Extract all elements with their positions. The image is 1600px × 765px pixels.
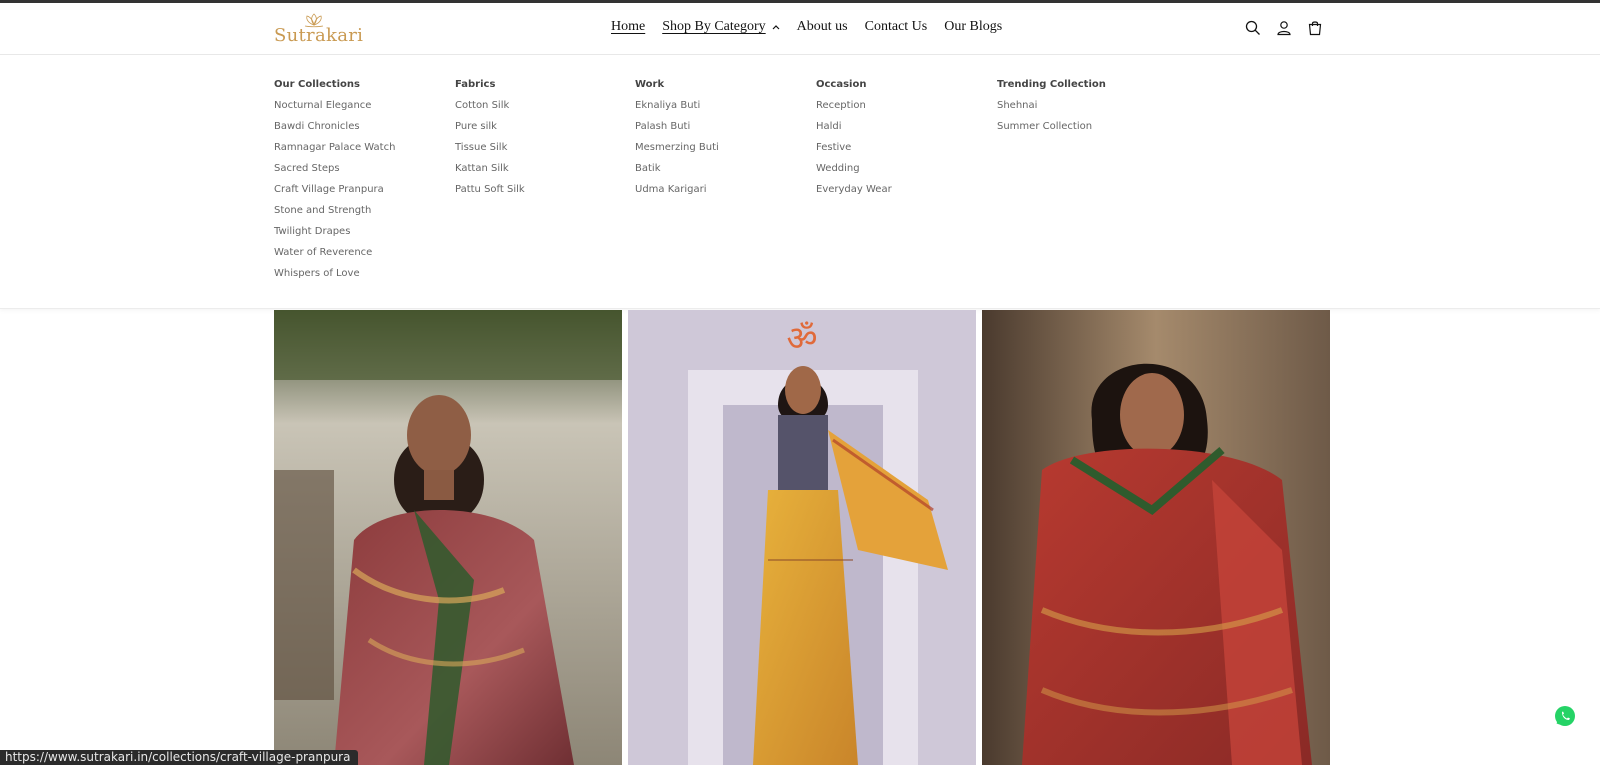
mega-menu: Our Collections Nocturnal Elegance Bawdi… <box>0 55 1600 309</box>
menu-column-heading: Occasion <box>816 79 867 90</box>
menu-item[interactable]: Tissue Silk <box>455 142 525 163</box>
menu-item[interactable]: Bawdi Chronicles <box>274 121 395 142</box>
whatsapp-chat-button[interactable] <box>1554 705 1576 727</box>
product-image-2[interactable]: ॐ <box>628 310 976 765</box>
cart-icon[interactable] <box>1306 19 1324 37</box>
status-url: https://www.sutrakari.in/collections/cra… <box>5 750 351 764</box>
menu-column-work: Work Eknaliya Buti Palash Buti Mesmerzin… <box>635 79 719 205</box>
saree-photo-illustration <box>982 310 1330 765</box>
menu-item[interactable]: Wedding <box>816 163 892 184</box>
menu-item[interactable]: Reception <box>816 100 892 121</box>
menu-item[interactable]: Shehnai <box>997 100 1106 121</box>
product-image-1[interactable] <box>274 310 622 765</box>
menu-column-trending-collection: Trending Collection Shehnai Summer Colle… <box>997 79 1106 142</box>
menu-item[interactable]: Eknaliya Buti <box>635 100 719 121</box>
menu-item[interactable]: Pure silk <box>455 121 525 142</box>
brand-name: Sutrakari <box>274 25 364 46</box>
menu-column-heading: Work <box>635 79 665 90</box>
menu-column-fabrics: Fabrics Cotton Silk Pure silk Tissue Sil… <box>455 79 525 205</box>
menu-column-our-collections: Our Collections Nocturnal Elegance Bawdi… <box>274 79 395 289</box>
menu-item[interactable]: Cotton Silk <box>455 100 525 121</box>
saree-photo-illustration: ॐ <box>628 310 976 765</box>
menu-item[interactable]: Water of Reverence <box>274 247 395 268</box>
search-icon[interactable] <box>1244 19 1262 37</box>
menu-item[interactable]: Batik <box>635 163 719 184</box>
om-symbol-icon: ॐ <box>786 319 817 359</box>
nav-shop-by-category[interactable]: Shop By Category <box>662 19 780 35</box>
nav-about[interactable]: About us <box>797 19 848 35</box>
menu-item[interactable]: Festive <box>816 142 892 163</box>
menu-item[interactable]: Haldi <box>816 121 892 142</box>
menu-column-heading: Our Collections <box>274 79 360 90</box>
menu-item[interactable]: Mesmerzing Buti <box>635 142 719 163</box>
chevron-up-icon[interactable] <box>772 24 780 30</box>
site-header: Sutrakari Home Shop By Category About us… <box>0 3 1600 55</box>
product-image-3[interactable] <box>982 310 1330 765</box>
saree-photo-illustration <box>274 310 622 765</box>
menu-item[interactable]: Udma Karigari <box>635 184 719 205</box>
menu-column-occasion: Occasion Reception Haldi Festive Wedding… <box>816 79 892 205</box>
whatsapp-icon <box>1555 706 1575 726</box>
menu-item[interactable]: Twilight Drapes <box>274 226 395 247</box>
nav-contact[interactable]: Contact Us <box>865 19 928 35</box>
menu-item[interactable]: Sacred Steps <box>274 163 395 184</box>
browser-status-bar: https://www.sutrakari.in/collections/cra… <box>0 750 359 765</box>
menu-item[interactable]: Nocturnal Elegance <box>274 100 395 121</box>
menu-item[interactable]: Palash Buti <box>635 121 719 142</box>
nav-shop-by-category-label[interactable]: Shop By Category <box>662 19 765 35</box>
brand-logo[interactable]: Sutrakari <box>274 9 366 49</box>
menu-item[interactable]: Summer Collection <box>997 121 1106 142</box>
main-nav: Home Shop By Category About us Contact U… <box>611 19 1019 35</box>
menu-item[interactable]: Whispers of Love <box>274 268 395 289</box>
menu-column-heading: Trending Collection <box>997 79 1106 90</box>
account-icon[interactable] <box>1275 19 1293 37</box>
menu-item[interactable]: Stone and Strength <box>274 205 395 226</box>
collection-gallery: ॐ <box>0 310 1600 765</box>
menu-item[interactable]: Pattu Soft Silk <box>455 184 525 205</box>
menu-item[interactable]: Ramnagar Palace Watch <box>274 142 395 163</box>
nav-blogs[interactable]: Our Blogs <box>944 19 1002 35</box>
menu-item[interactable]: Craft Village Pranpura <box>274 184 395 205</box>
menu-column-heading: Fabrics <box>455 79 496 90</box>
nav-home[interactable]: Home <box>611 19 645 35</box>
menu-item[interactable]: Everyday Wear <box>816 184 892 205</box>
menu-item[interactable]: Kattan Silk <box>455 163 525 184</box>
header-icons <box>1244 19 1324 37</box>
